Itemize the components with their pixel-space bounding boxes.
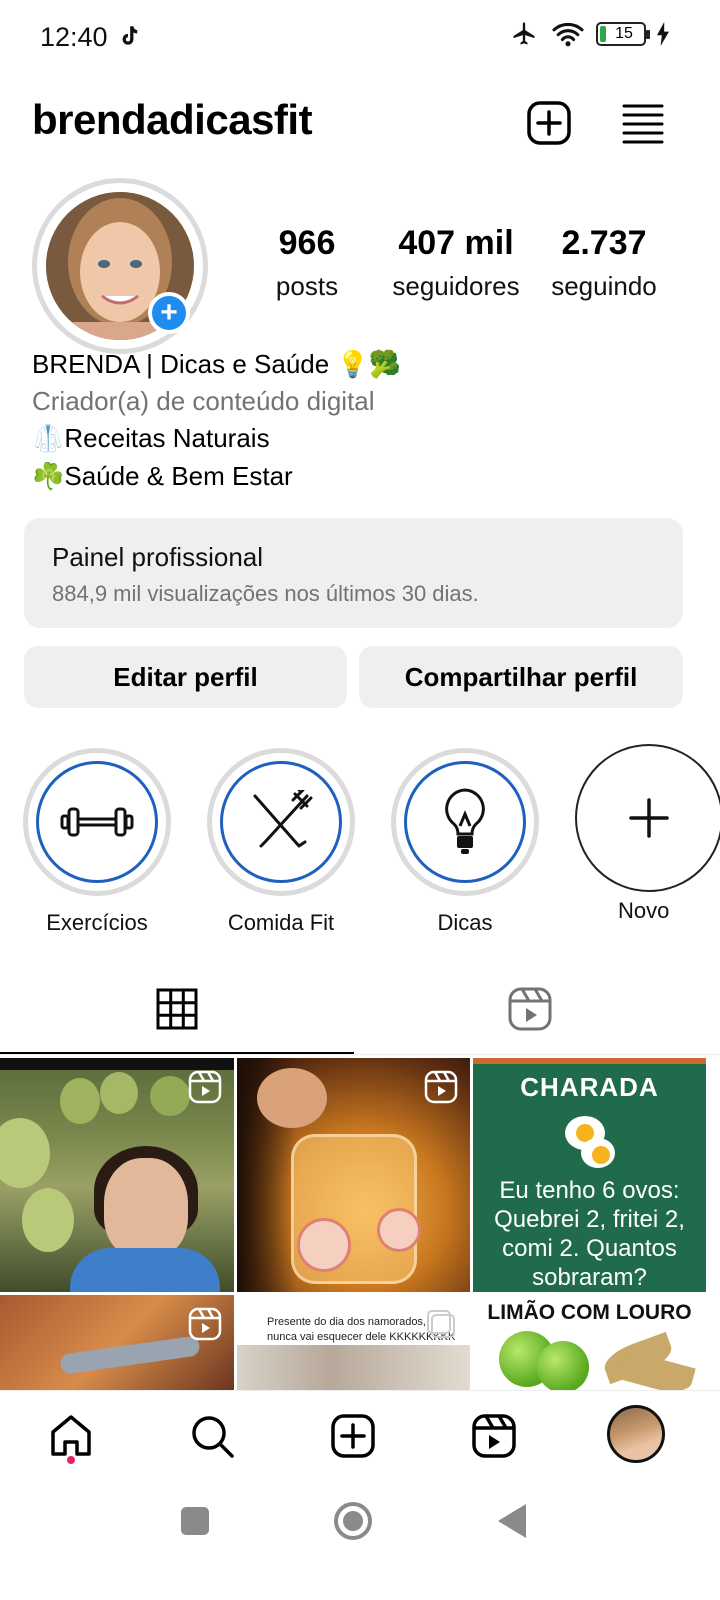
stat-posts-label: posts: [275, 271, 339, 301]
bio-name: BRENDA | Dicas e Saúde 💡🥦: [32, 349, 402, 379]
highlight-dicas[interactable]: Dicas: [391, 748, 539, 936]
dashboard-title: Painel profissional: [52, 542, 264, 572]
reel-badge-icon: [188, 1307, 222, 1341]
home-system-button[interactable]: [334, 1502, 372, 1540]
stat-following[interactable]: 2.737 seguindo: [544, 224, 664, 302]
post-title: LIMÃO COM LOURO: [487, 1301, 692, 1324]
plus-icon: [629, 798, 669, 838]
highlight-comida-fit[interactable]: Comida Fit: [207, 748, 355, 936]
stat-following-label: seguindo: [551, 271, 657, 301]
dumbbell-icon: [60, 807, 134, 837]
system-nav-bar: [0, 1482, 720, 1600]
reel-badge-icon: [424, 1070, 458, 1104]
dashboard-subtitle: 884,9 mil visualizações nos últimos 30 d…: [52, 581, 479, 606]
professional-dashboard[interactable]: Painel profissional 884,9 mil visualizaç…: [24, 518, 683, 628]
notification-dot: [67, 1456, 75, 1464]
create-icon[interactable]: [329, 1412, 377, 1460]
grid-icon[interactable]: [156, 988, 198, 1030]
reels-icon[interactable]: [507, 986, 553, 1032]
edit-profile-button[interactable]: Editar perfil: [24, 646, 347, 708]
highlight-label: Exercícios: [46, 910, 148, 935]
battery-level: 15: [615, 25, 633, 42]
status-icons: 15: [508, 20, 670, 48]
grid-post[interactable]: Presente do dia dos namorados, ele nunca…: [237, 1295, 470, 1390]
highlight-new-button[interactable]: [575, 744, 720, 892]
status-time: 12:40: [40, 22, 141, 53]
carousel-badge-icon: [427, 1310, 455, 1338]
highlight-label: Dicas: [437, 910, 493, 935]
highlight-new-label: Novo: [618, 898, 670, 923]
post-text: Eu tenho 6 ovos: Quebrei 2, fritei 2, co…: [494, 1177, 685, 1291]
profile-avatar-nav[interactable]: [607, 1405, 665, 1463]
grid-post[interactable]: CHARADA Eu tenho 6 ovos: Quebrei 2, frit…: [473, 1058, 706, 1292]
airplane-icon: [513, 22, 535, 45]
back-button[interactable]: [498, 1504, 526, 1538]
new-post-icon[interactable]: [526, 100, 572, 146]
stat-followers-label: seguidores: [392, 271, 520, 301]
lightbulb-icon: [445, 788, 485, 854]
bio-line: ☘️Saúde & Bem Estar: [32, 461, 293, 491]
recents-button[interactable]: [181, 1507, 209, 1535]
highlight-label: Comida Fit: [227, 910, 335, 935]
search-icon[interactable]: [188, 1412, 236, 1460]
add-story-button[interactable]: +: [148, 292, 190, 334]
post-title: CHARADA: [520, 1072, 659, 1102]
status-time-text: 12:40: [40, 22, 108, 52]
tiktok-icon: [122, 26, 138, 45]
wifi-icon: [552, 22, 584, 47]
stat-posts[interactable]: 966 posts: [262, 224, 352, 302]
charging-icon: [657, 22, 669, 46]
fork-knife-icon: [253, 790, 313, 848]
grid-post[interactable]: LIMÃO COM LOURO: [473, 1295, 706, 1390]
battery-icon: 15: [596, 22, 650, 46]
bio-category: Criador(a) de conteúdo digital: [32, 386, 375, 416]
stat-posts-value: 966: [278, 224, 336, 262]
stat-followers-value: 407 mil: [398, 224, 514, 262]
highlight-exercicios[interactable]: Exercícios: [23, 748, 171, 936]
grid-post[interactable]: [0, 1058, 234, 1292]
stat-following-value: 2.737: [561, 224, 647, 262]
share-profile-button[interactable]: Compartilhar perfil: [359, 646, 683, 708]
menu-icon[interactable]: [620, 100, 666, 146]
active-tab-indicator: [0, 1052, 354, 1054]
tab-divider: [0, 1054, 720, 1055]
stat-followers[interactable]: 407 mil seguidores: [382, 224, 530, 302]
reels-nav-icon[interactable]: [470, 1412, 518, 1460]
profile-username[interactable]: brendadicasfit: [32, 96, 313, 144]
grid-post[interactable]: [237, 1058, 470, 1292]
reel-badge-icon: [188, 1070, 222, 1104]
bio-line: 🥼Receitas Naturais: [32, 423, 270, 453]
grid-post[interactable]: [0, 1295, 234, 1390]
home-icon[interactable]: [47, 1412, 95, 1460]
